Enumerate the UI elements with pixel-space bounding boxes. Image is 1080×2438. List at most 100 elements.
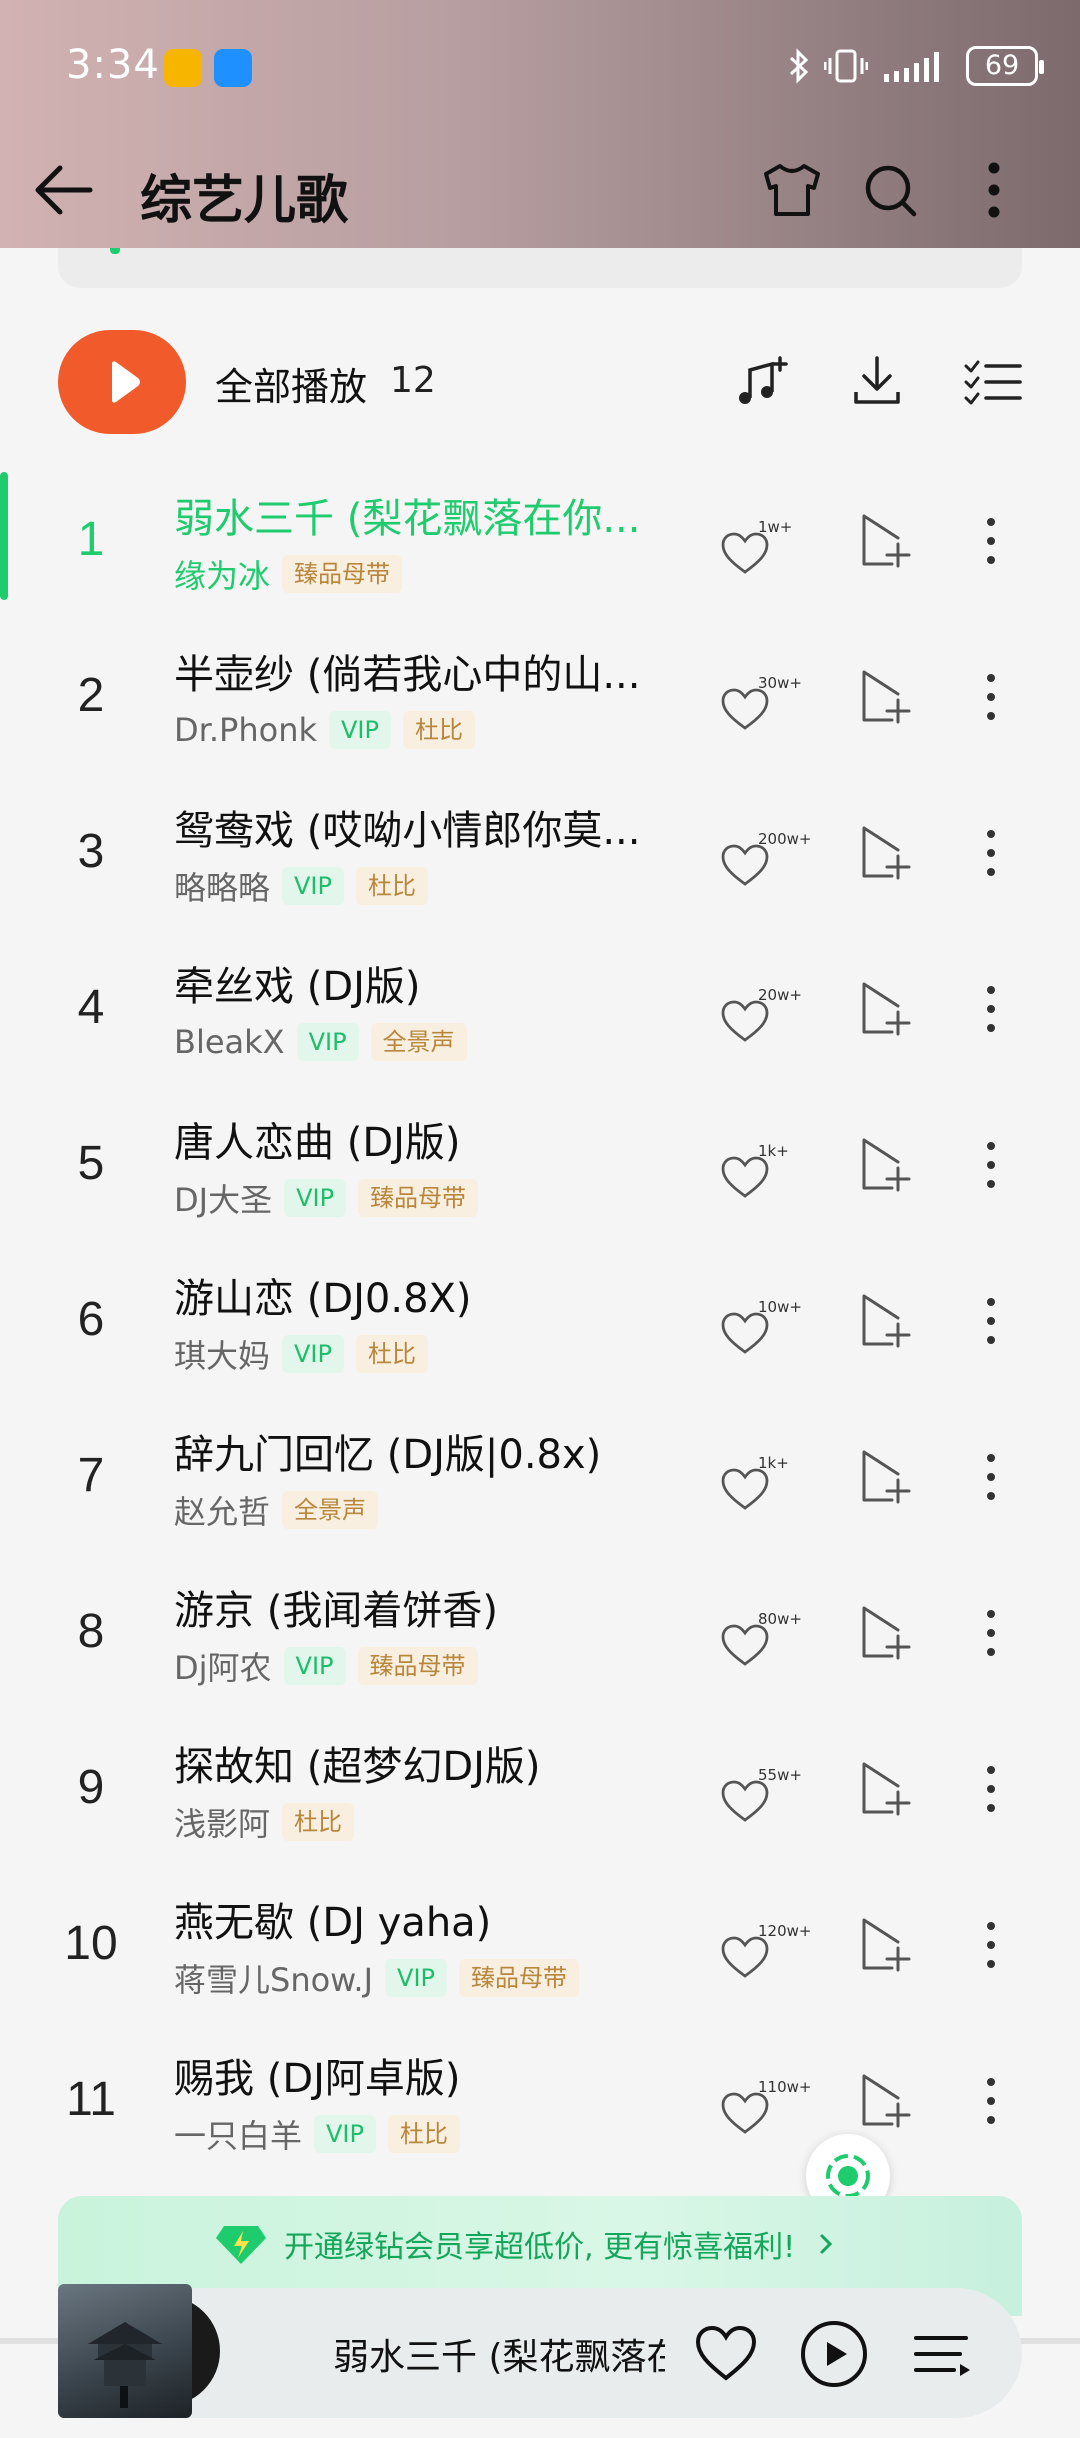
song-row[interactable]: 2 半壶纱 (倘若我心中的山... Dr.Phonk VIP 杜比 30w+: [0, 628, 1080, 784]
like-button[interactable]: 1k+: [718, 1450, 808, 1524]
song-index: 6: [77, 1293, 105, 1346]
song-title: 游京 (我闻着饼香): [174, 1588, 498, 1634]
search-button[interactable]: [852, 150, 932, 230]
like-button[interactable]: 10w+: [718, 1294, 808, 1368]
add-to-playlist-button[interactable]: [852, 1444, 918, 1510]
add-music-button[interactable]: [728, 348, 798, 418]
add-to-playlist-button[interactable]: [852, 508, 918, 574]
quality-badge: 杜比: [355, 1335, 428, 1373]
song-more-button[interactable]: [966, 508, 1016, 574]
like-count: 80w+: [758, 1610, 802, 1628]
song-index: 11: [66, 2073, 116, 2126]
add-to-playlist-button[interactable]: [852, 820, 918, 886]
add-to-playlist-button[interactable]: [852, 1600, 918, 1666]
song-row[interactable]: 1 弱水三千 (梨花飘落在你... 缘为冰 臻品母带 1w+: [0, 472, 1080, 628]
song-more-button[interactable]: [966, 2068, 1016, 2134]
song-artist[interactable]: 蒋雪儿Snow.J: [174, 1955, 373, 2001]
song-artist[interactable]: 缘为冰: [174, 551, 270, 597]
song-more-button[interactable]: [966, 1444, 1016, 1510]
song-more-button[interactable]: [966, 820, 1016, 886]
more-button[interactable]: [954, 150, 1034, 230]
song-artist[interactable]: DJ大圣: [174, 1175, 272, 1221]
song-title: 赐我 (DJ阿卓版): [174, 2056, 461, 2102]
song-row[interactable]: 4 牵丝戏 (DJ版) BleakX VIP 全景声 20w+: [0, 940, 1080, 1096]
song-more-button[interactable]: [966, 1288, 1016, 1354]
player-like-button[interactable]: [688, 2316, 764, 2392]
song-more-button[interactable]: [966, 1132, 1016, 1198]
back-arrow-icon: [35, 165, 93, 215]
song-index: 7: [77, 1449, 105, 1502]
song-row[interactable]: 9 探故知 (超梦幻DJ版) 浅影阿 杜比 55w+: [0, 1720, 1080, 1876]
multi-select-button[interactable]: [958, 348, 1028, 418]
add-to-playlist-button[interactable]: [852, 976, 918, 1042]
vip-badge: VIP: [284, 1179, 347, 1217]
song-artist[interactable]: BleakX: [174, 1023, 285, 1061]
like-count: 1k+: [758, 1454, 789, 1472]
like-count: 200w+: [758, 830, 812, 848]
battery-indicator: 69: [966, 46, 1044, 86]
play-all-button[interactable]: [58, 330, 186, 434]
song-artist[interactable]: 略略略: [174, 863, 270, 909]
quality-badge: 臻品母带: [358, 1179, 479, 1217]
quality-badge: 杜比: [387, 2115, 460, 2153]
like-count: 30w+: [758, 674, 802, 692]
song-index: 1: [77, 513, 105, 566]
player-play-button[interactable]: [796, 2316, 872, 2392]
theme-button[interactable]: [752, 150, 832, 230]
song-row[interactable]: 6 游山恋 (DJ0.8X) 琪大妈 VIP 杜比 10w+: [0, 1252, 1080, 1408]
song-artist[interactable]: 琪大妈: [174, 1331, 270, 1377]
song-index: 5: [77, 1137, 105, 1190]
song-meta: DJ大圣 VIP 臻品母带: [174, 1175, 479, 1221]
song-row[interactable]: 8 游京 (我闻着饼香) Dj阿农 VIP 臻品母带 80w+: [0, 1564, 1080, 1720]
back-button[interactable]: [28, 150, 108, 230]
like-button[interactable]: 1k+: [718, 1138, 808, 1212]
green-diamond-icon: [216, 2226, 266, 2264]
like-button[interactable]: 110w+: [718, 2074, 811, 2148]
like-button[interactable]: 120w+: [718, 1918, 811, 1992]
like-button[interactable]: 55w+: [718, 1762, 808, 1836]
add-to-playlist-button[interactable]: [852, 2068, 918, 2134]
song-row[interactable]: 7 辞九门回忆 (DJ版|0.8x) 赵允哲 全景声 1k+: [0, 1408, 1080, 1564]
download-button[interactable]: [842, 348, 912, 418]
vip-badge: VIP: [283, 1647, 346, 1685]
player-playlist-button[interactable]: [904, 2316, 980, 2392]
song-artist[interactable]: 赵允哲: [174, 1487, 270, 1533]
song-more-button[interactable]: [966, 976, 1016, 1042]
like-button[interactable]: 20w+: [718, 982, 808, 1056]
more-vertical-icon: [987, 674, 995, 720]
add-to-playlist-button[interactable]: [852, 1756, 918, 1822]
quality-badge: 杜比: [355, 867, 428, 905]
song-artist[interactable]: 一只白羊: [174, 2111, 302, 2157]
vip-badge: VIP: [314, 2115, 376, 2153]
quality-badge: 杜比: [282, 1803, 355, 1841]
song-row[interactable]: 10 燕无歇 (DJ yaha) 蒋雪儿Snow.J VIP 臻品母带 120w+: [0, 1876, 1080, 2032]
song-index: 10: [64, 1917, 118, 1970]
song-artist[interactable]: Dj阿农: [174, 1643, 272, 1689]
like-count: 1w+: [758, 518, 793, 536]
song-artist[interactable]: Dr.Phonk: [174, 711, 317, 749]
more-vertical-icon: [987, 986, 995, 1032]
like-button[interactable]: 200w+: [718, 826, 812, 900]
album-art[interactable]: [58, 2284, 192, 2418]
add-to-playlist-button[interactable]: [852, 1132, 918, 1198]
song-more-button[interactable]: [966, 1912, 1016, 1978]
like-button[interactable]: 30w+: [718, 670, 808, 744]
add-to-playlist-button[interactable]: [852, 1912, 918, 1978]
play-all-count: 12: [390, 360, 436, 401]
add-to-playlist-button[interactable]: [852, 664, 918, 730]
more-vertical-icon: [988, 162, 1000, 218]
like-button[interactable]: 1w+: [718, 514, 808, 588]
add-to-playlist-icon: [862, 1606, 911, 1660]
player-song-title: 弱水三千 (梨花飘落在你: [333, 2337, 665, 2378]
like-button[interactable]: 80w+: [718, 1606, 808, 1680]
song-artist[interactable]: 浅影阿: [174, 1799, 270, 1845]
more-vertical-icon: [987, 830, 995, 876]
song-row[interactable]: 11 赐我 (DJ阿卓版) 一只白羊 VIP 杜比 110w+: [0, 2032, 1080, 2188]
add-to-playlist-button[interactable]: [852, 1288, 918, 1354]
song-meta: 琪大妈 VIP 杜比: [174, 1332, 428, 1376]
song-row[interactable]: 3 鸳鸯戏 (哎呦小情郎你莫... 略略略 VIP 杜比 200w+: [0, 784, 1080, 940]
song-more-button[interactable]: [966, 1756, 1016, 1822]
song-more-button[interactable]: [966, 1600, 1016, 1666]
song-row[interactable]: 5 唐人恋曲 (DJ版) DJ大圣 VIP 臻品母带 1k+: [0, 1096, 1080, 1252]
song-more-button[interactable]: [966, 664, 1016, 730]
